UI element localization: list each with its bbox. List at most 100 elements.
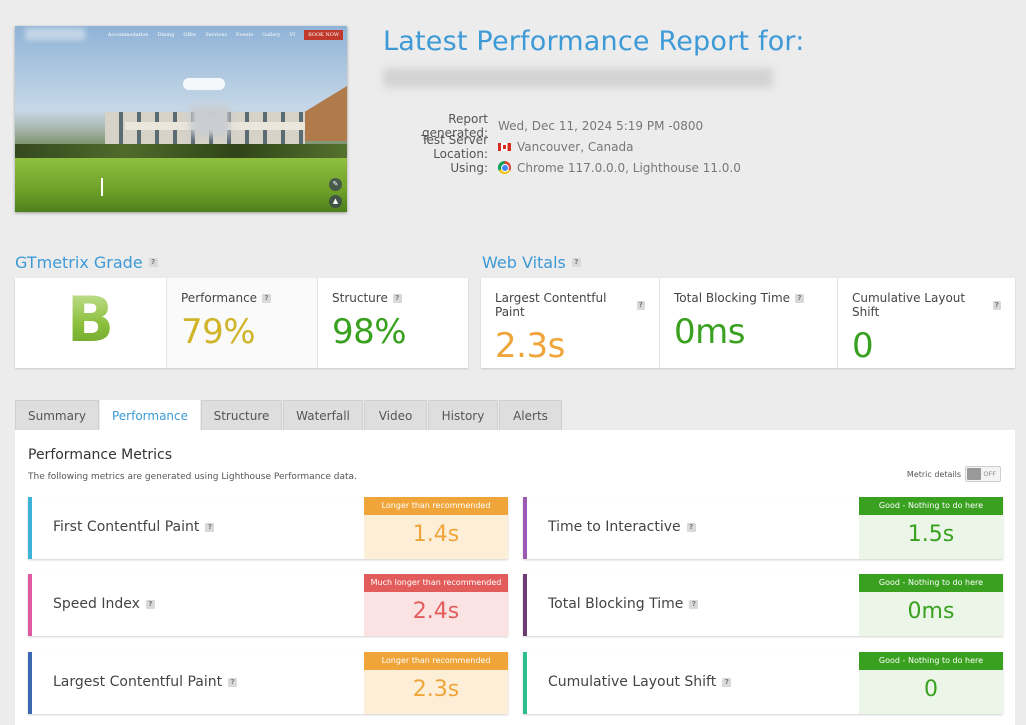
help-icon[interactable]: ?	[228, 677, 238, 687]
scroll-up-icon: ▲	[329, 195, 342, 208]
metric-cls: Cumulative Layout Shift? Good - Nothing …	[523, 652, 1003, 714]
metric-result: Longer than recommended 2.3s	[364, 652, 508, 714]
meta-row-location: Test Server Location: Vancouver, Canada	[383, 133, 741, 161]
help-icon[interactable]: ?	[795, 293, 805, 303]
vital-label: Total Blocking Time?	[674, 291, 823, 305]
performance-panel: Performance Metrics The following metric…	[15, 430, 1015, 725]
site-logo	[25, 28, 85, 40]
site-nav: Accommodation Dining Offer Services Even…	[108, 30, 343, 40]
cloud	[183, 78, 225, 90]
site-nav-item: Gallery	[262, 32, 281, 38]
metric-value: 2.3s	[412, 677, 460, 702]
help-icon[interactable]: ?	[205, 522, 215, 532]
meta-row-using: Using: Chrome 117.0.0.0, Lighthouse 11.0…	[383, 157, 741, 178]
site-nav-item: Services	[205, 32, 227, 38]
help-icon[interactable]: ?	[145, 599, 155, 609]
website-screenshot: Accommodation Dining Offer Services Even…	[15, 26, 347, 212]
site-nav-item: Dining	[157, 32, 175, 38]
site-nav-item: VI	[289, 32, 296, 38]
metric-badge: Longer than recommended	[364, 652, 508, 670]
meta-value: Vancouver, Canada	[498, 140, 634, 154]
gtmetrix-grade-title: GTmetrix Grade ?	[15, 253, 158, 272]
help-icon[interactable]: ?	[571, 258, 581, 267]
report-meta: Report generated: Wed, Dec 11, 2024 5:19…	[383, 112, 741, 178]
grade-letter: B	[15, 278, 166, 362]
metric-details-toggle[interactable]: OFF	[965, 466, 1001, 482]
vital-label: Largest Contentful Paint?	[495, 291, 645, 319]
metric-details: Metric details OFF	[907, 466, 1001, 482]
metric-name: First Contentful Paint?	[53, 519, 215, 535]
chrome-icon	[498, 161, 511, 174]
site-book-now: BOOK NOW	[304, 30, 343, 40]
site-nav-item: Offer	[183, 32, 197, 38]
tab-alerts[interactable]: Alerts	[499, 400, 562, 430]
metric-fcp: First Contentful Paint? Longer than reco…	[28, 497, 508, 559]
metric-badge: Good - Nothing to do here	[859, 652, 1003, 670]
grade-card: B Performance? 79% Structure? 98%	[15, 278, 468, 368]
metric-result: Good - Nothing to do here 0	[859, 652, 1003, 714]
metric-value: 0ms	[907, 599, 955, 624]
help-icon[interactable]: ?	[689, 599, 699, 609]
meta-label: Using:	[450, 160, 488, 175]
site-nav-item: Events	[235, 32, 254, 38]
tab-summary[interactable]: Summary	[15, 400, 99, 430]
structure-card: Structure? 98%	[317, 278, 468, 368]
metric-name: Time to Interactive?	[548, 519, 696, 535]
metric-name: Largest Contentful Paint?	[53, 674, 238, 690]
metric-value: 2.4s	[412, 599, 460, 624]
metric-result: Good - Nothing to do here 1.5s	[859, 497, 1003, 559]
performance-card: Performance? 79%	[166, 278, 317, 368]
tab-performance[interactable]: Performance	[100, 400, 200, 430]
metric-badge: Much longer than recommended	[364, 574, 508, 592]
redacted-area	[190, 106, 230, 136]
metric-badge: Good - Nothing to do here	[859, 574, 1003, 592]
tab-waterfall[interactable]: Waterfall	[283, 400, 363, 430]
help-icon[interactable]: ?	[148, 258, 158, 267]
web-vitals-title: Web Vitals ?	[482, 253, 581, 272]
vital-value: 0	[852, 326, 874, 366]
tab-structure[interactable]: Structure	[201, 400, 282, 430]
structure-value: 98%	[332, 312, 407, 352]
chat-icon: ✎	[329, 178, 342, 191]
report-title: Latest Performance Report for:	[383, 26, 805, 57]
meta-value: Chrome 117.0.0.0, Lighthouse 11.0.0	[498, 161, 741, 175]
structure-label: Structure?	[332, 291, 454, 305]
metric-value: 1.5s	[907, 522, 955, 547]
metric-value: 1.4s	[412, 522, 460, 547]
report-url-redacted	[383, 68, 773, 88]
help-icon[interactable]: ?	[392, 293, 402, 303]
metric-speed-index: Speed Index? Much longer than recommende…	[28, 574, 508, 636]
performance-label: Performance?	[181, 291, 303, 305]
performance-value: 79%	[181, 312, 256, 352]
tab-history[interactable]: History	[428, 400, 498, 430]
metric-name: Cumulative Layout Shift?	[548, 674, 732, 690]
metric-badge: Good - Nothing to do here	[859, 497, 1003, 515]
metric-tbt: Total Blocking Time? Good - Nothing to d…	[523, 574, 1003, 636]
metric-result: Much longer than recommended 2.4s	[364, 574, 508, 636]
help-icon[interactable]: ?	[686, 522, 696, 532]
vital-tbt: Total Blocking Time? 0ms	[659, 278, 837, 368]
vital-value: 2.3s	[495, 326, 565, 366]
canada-flag-icon	[498, 142, 511, 151]
metric-result: Good - Nothing to do here 0ms	[859, 574, 1003, 636]
help-icon[interactable]: ?	[636, 300, 645, 310]
metric-details-label: Metric details	[906, 469, 961, 479]
metric-badge: Longer than recommended	[364, 497, 508, 515]
grade-letter-card: B	[15, 278, 166, 368]
panel-title: Performance Metrics	[28, 447, 172, 463]
tab-video[interactable]: Video	[364, 400, 427, 430]
golf-course	[15, 158, 347, 212]
vital-lcp: Largest Contentful Paint? 2.3s	[481, 278, 659, 368]
help-icon[interactable]: ?	[262, 293, 272, 303]
vital-label: Cumulative Layout Shift?	[852, 291, 1001, 319]
metric-name: Speed Index?	[53, 596, 155, 612]
vital-value: 0ms	[674, 312, 745, 352]
vital-cls: Cumulative Layout Shift? 0	[837, 278, 1015, 368]
metric-tti: Time to Interactive? Good - Nothing to d…	[523, 497, 1003, 559]
help-icon[interactable]: ?	[992, 300, 1001, 310]
web-vitals-card: Largest Contentful Paint? 2.3s Total Blo…	[481, 278, 1015, 368]
panel-subtitle: The following metrics are generated usin…	[28, 472, 357, 482]
help-icon[interactable]: ?	[722, 677, 732, 687]
report-tabs: Summary Performance Structure Waterfall …	[15, 400, 563, 430]
golf-flag	[101, 178, 103, 196]
